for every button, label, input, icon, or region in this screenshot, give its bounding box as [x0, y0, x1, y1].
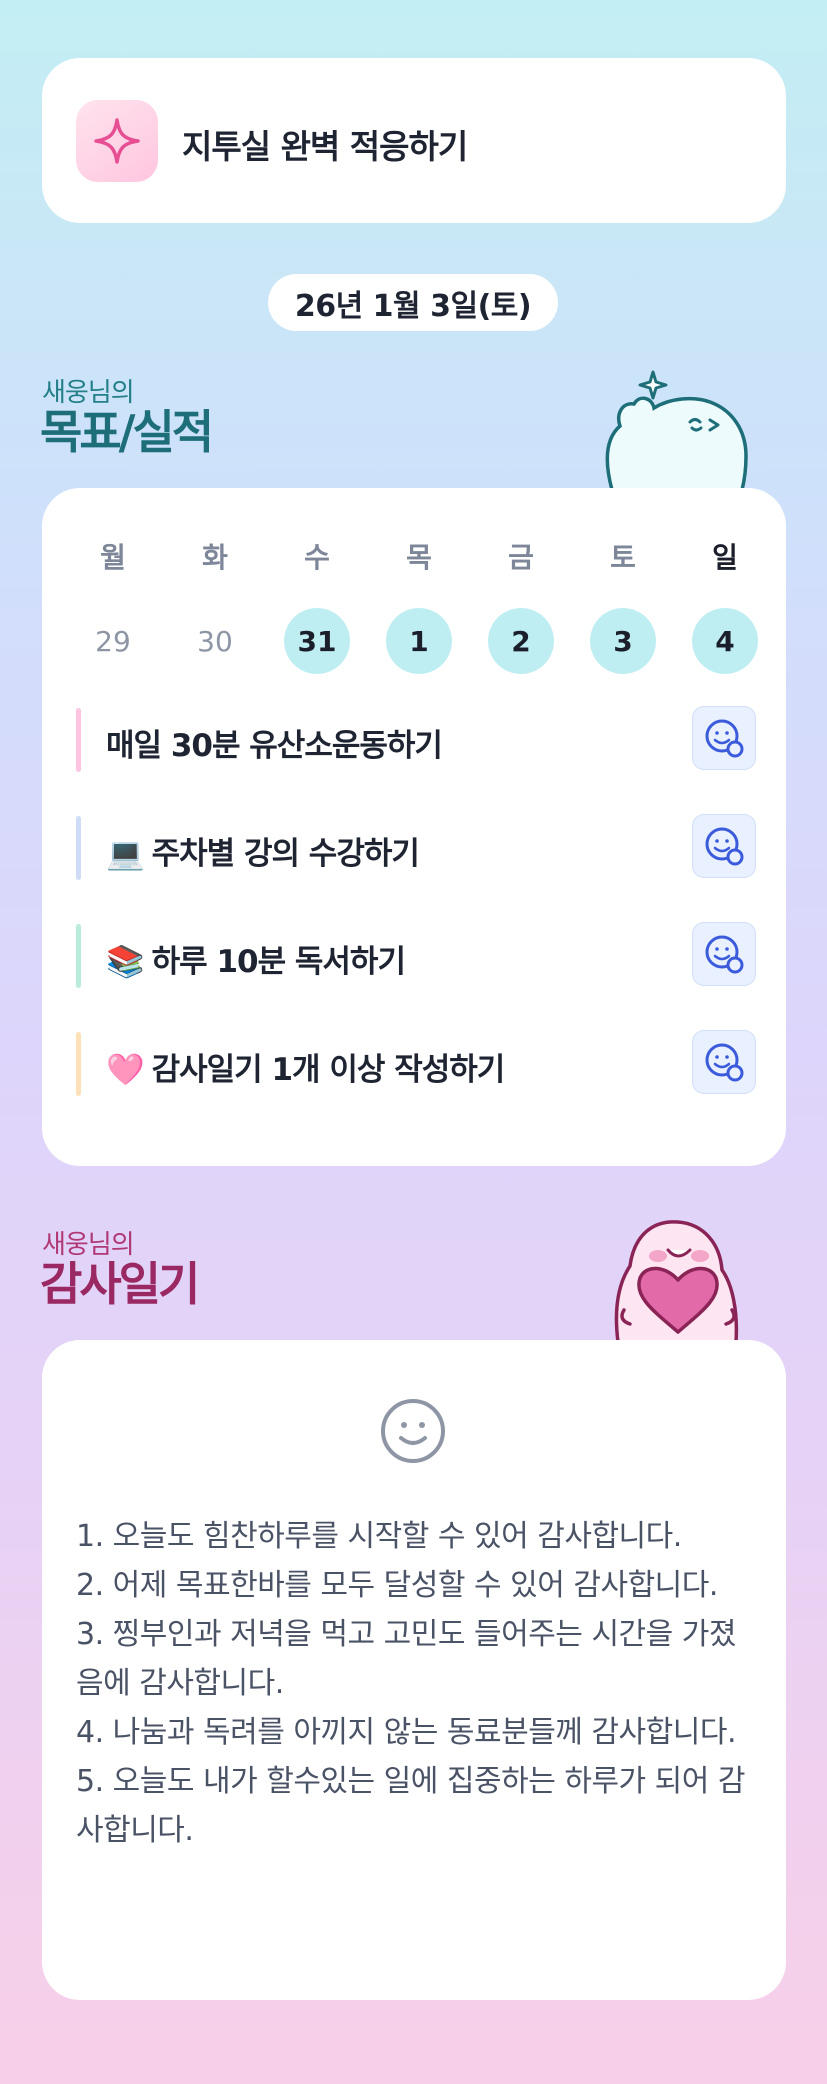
day-column[interactable]: 금 2: [488, 538, 554, 674]
gratitude-diary-card: 1. 오늘도 힘찬하루를 시작할 수 있어 감사합니다. 2. 어제 목표한바를…: [42, 1340, 786, 2000]
diary-line: 4. 나눔과 독려를 아끼지 않는 동료분들께 감사합니다.: [76, 1715, 736, 1750]
mascot-heart-icon: [614, 1220, 739, 1342]
goal-status-button[interactable]: [692, 706, 756, 770]
goal-status-button[interactable]: [692, 814, 756, 878]
day-column[interactable]: 목 1: [386, 538, 452, 674]
goal-status-button[interactable]: [692, 1030, 756, 1094]
day-number: 31: [284, 608, 350, 674]
day-column[interactable]: 토 3: [590, 538, 656, 674]
day-name: 수: [304, 541, 330, 574]
goal-text: 🩷 감사일기 1개 이상 작성하기: [106, 1052, 505, 1088]
goal-status-button[interactable]: [692, 922, 756, 986]
diary-entries: 1. 오늘도 힘찬하루를 시작할 수 있어 감사합니다. 2. 어제 목표한바를…: [76, 1512, 758, 1855]
diary-line: 1. 오늘도 힘찬하루를 시작할 수 있어 감사합니다.: [76, 1519, 682, 1554]
diary-line: 2. 어제 목표한바를 모두 달성할 수 있어 감사합니다.: [76, 1568, 718, 1603]
sparkle-icon: [76, 100, 158, 182]
goal-text: 매일 30분 유산소운동하기: [106, 728, 443, 764]
day-name: 금: [508, 541, 534, 574]
goal-item[interactable]: 📚 하루 10분 독서하기: [76, 922, 756, 988]
goal-item[interactable]: 🩷 감사일기 1개 이상 작성하기: [76, 1030, 756, 1096]
pink-heart-icon: 🩷: [106, 1052, 145, 1088]
day-name: 월: [100, 541, 126, 574]
day-column[interactable]: 월 29: [80, 538, 146, 674]
day-name: 목: [406, 541, 432, 574]
day-number: 2: [488, 608, 554, 674]
day-name: 화: [202, 541, 228, 574]
books-icon: 📚: [106, 944, 145, 980]
diary-line: 5. 오늘도 내가 할수있는 일에 집중하는 하루가 되어 감사합니다.: [76, 1764, 746, 1848]
smile-status-icon: [705, 827, 744, 866]
goal-text: 📚 하루 10분 독서하기: [106, 944, 406, 980]
day-name: 일: [712, 541, 738, 574]
day-name: 토: [610, 541, 636, 574]
day-number: 1: [386, 608, 452, 674]
day-number: 30: [197, 624, 233, 658]
smile-status-icon: [705, 719, 744, 758]
laptop-icon: 💻: [106, 836, 145, 872]
goal-text: 💻 주차별 강의 수강하기: [106, 836, 420, 872]
goal-color-bar: [76, 924, 81, 988]
goal-color-bar: [76, 816, 81, 880]
day-number: 29: [95, 624, 131, 658]
diary-section-title: 감사일기: [40, 1257, 200, 1311]
smile-status-icon: [705, 935, 744, 974]
goal-banner-card[interactable]: 지투실 완벽 적응하기: [42, 58, 786, 223]
goal-item[interactable]: 💻 주차별 강의 수강하기: [76, 814, 756, 880]
day-column[interactable]: 수 31: [284, 538, 350, 674]
diary-line: 3. 찡부인과 저녁을 먹고 고민도 들어주는 시간을 가졌음에 감사합니다.: [76, 1617, 736, 1701]
day-number: 3: [590, 608, 656, 674]
day-column[interactable]: 화 30: [182, 538, 248, 674]
goal-color-bar: [76, 708, 81, 772]
goal-color-bar: [76, 1032, 81, 1096]
day-number: 4: [692, 608, 758, 674]
smile-face-icon[interactable]: [378, 1396, 448, 1466]
mascot-character-icon: [605, 370, 748, 490]
goals-section-title: 목표/실적: [40, 405, 214, 459]
smile-status-icon: [705, 1043, 744, 1082]
day-column[interactable]: 일 4: [692, 538, 758, 674]
goal-item[interactable]: 매일 30분 유산소운동하기: [76, 706, 756, 772]
date-pill[interactable]: 26년 1월 3일(토): [268, 274, 558, 331]
banner-title: 지투실 완벽 적응하기: [182, 127, 468, 166]
goals-card: 월 29 화 30 수 31 목 1 금 2 토 3 일 4 매일 30분 유산…: [42, 488, 786, 1166]
